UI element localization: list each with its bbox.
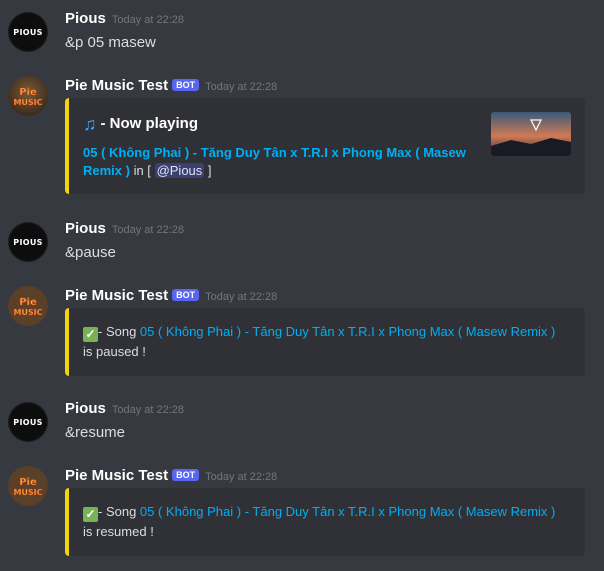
svg-text:Pie: Pie: [19, 477, 37, 488]
message-text: &p 05 masew: [65, 34, 156, 51]
timestamp: Today at 22:28: [205, 471, 278, 483]
message-user: PIOUS Pious Today at 22:28 &pause: [0, 218, 604, 268]
avatar[interactable]: PIOUS: [8, 12, 48, 52]
embed-description: 05 ( Không Phai ) - Tăng Duy Tân x T.R.I…: [83, 145, 466, 178]
message-bot: Pie MUSIC Pie Music Test BOT Today at 22:2…: [0, 284, 604, 380]
username[interactable]: Pie Music Test: [65, 287, 168, 304]
svg-text:Pie: Pie: [19, 87, 37, 98]
avatar[interactable]: PIOUS: [8, 402, 48, 442]
avatar-label: PIOUS: [13, 237, 43, 247]
svg-text:MUSIC: MUSIC: [13, 488, 42, 497]
message-bot: Pie MUSIC Pie Music Test BOT Today at 22:2…: [0, 74, 604, 198]
timestamp: Today at 22:28: [111, 404, 185, 416]
bot-badge: BOT: [172, 289, 200, 301]
embed-description: ✓ - Song 05 ( Không Phai ) - Tăng Duy Tân…: [83, 324, 556, 359]
pie-music-logo-image: Pie MUSIC: [8, 76, 48, 116]
username[interactable]: Pious: [65, 10, 106, 27]
check-mark-icon: ✓: [83, 327, 98, 342]
message-text: &pause: [65, 244, 116, 261]
song-link[interactable]: 05 ( Không Phai ) - Tăng Duy Tân x T.R.I…: [140, 324, 555, 339]
username[interactable]: Pie Music Test: [65, 467, 168, 484]
pie-music-logo-image: Pie MUSIC: [8, 466, 48, 506]
avatar[interactable]: PIOUS: [8, 222, 48, 262]
pie-music-logo-image: Pie MUSIC: [8, 286, 48, 326]
message-header: Pious Today at 22:28: [65, 400, 184, 418]
message-text: &resume: [65, 424, 126, 441]
svg-text:MUSIC: MUSIC: [13, 98, 42, 107]
avatar-label: PIOUS: [13, 27, 43, 37]
check-mark-icon: ✓: [83, 507, 98, 522]
avatar-label: PIOUS: [13, 417, 43, 427]
username[interactable]: Pious: [65, 400, 106, 417]
thumbnail-art: [491, 112, 571, 156]
embed-title: ♫ - Now playing: [83, 114, 198, 134]
message-user: PIOUS Pious Today at 22:28 &p 05 masew: [0, 8, 604, 58]
svg-text:MUSIC: MUSIC: [13, 308, 42, 317]
pie-music-logo-icon[interactable]: Pie MUSIC: [8, 466, 48, 506]
embed-description: ✓ - Song 05 ( Không Phai ) - Tăng Duy Tân…: [83, 504, 556, 539]
status-embed: ✓ - Song 05 ( Không Phai ) - Tăng Duy Tân…: [65, 308, 585, 376]
message-header: Pie Music Test BOT Today at 22:28: [65, 77, 277, 95]
pie-music-logo-icon[interactable]: Pie MUSIC: [8, 286, 48, 326]
timestamp: Today at 22:28: [111, 14, 185, 26]
status-embed: ✓ - Song 05 ( Không Phai ) - Tăng Duy Tân…: [65, 488, 585, 556]
bot-badge: BOT: [172, 79, 200, 91]
username[interactable]: Pie Music Test: [65, 77, 168, 94]
user-mention[interactable]: @Pious: [154, 163, 205, 178]
song-thumbnail-image[interactable]: [491, 112, 571, 156]
message-header: Pie Music Test BOT Today at 22:28: [65, 467, 277, 485]
bot-badge: BOT: [172, 469, 200, 481]
username[interactable]: Pious: [65, 220, 106, 237]
message-bot: Pie MUSIC Pie Music Test BOT Today at 22:2…: [0, 464, 604, 564]
pie-music-logo-icon[interactable]: Pie MUSIC: [8, 76, 48, 116]
timestamp: Today at 22:28: [111, 224, 185, 236]
message-header: Pious Today at 22:28: [65, 10, 184, 28]
message-header: Pie Music Test BOT Today at 22:28: [65, 287, 277, 305]
timestamp: Today at 22:28: [205, 81, 278, 93]
message-header: Pious Today at 22:28: [65, 220, 184, 238]
message-user: PIOUS Pious Today at 22:28 &resume: [0, 398, 604, 448]
musical-note-icon: ♫: [83, 114, 97, 134]
now-playing-embed: ♫ - Now playing 05 ( Không Phai ) - Tăng …: [65, 98, 585, 194]
svg-text:Pie: Pie: [19, 297, 37, 308]
timestamp: Today at 22:28: [205, 291, 278, 303]
song-link[interactable]: 05 ( Không Phai ) - Tăng Duy Tân x T.R.I…: [140, 504, 555, 519]
